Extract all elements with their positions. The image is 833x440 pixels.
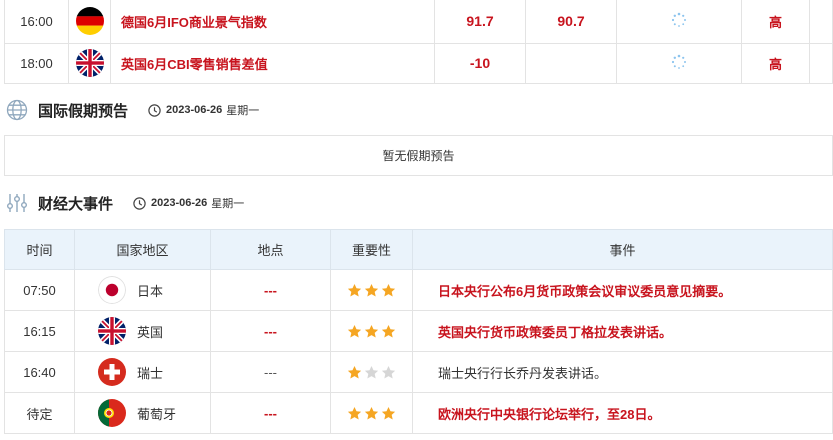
switzerland-flag-icon xyxy=(98,358,126,386)
importance-stars xyxy=(330,310,413,352)
indicator-table: 16:00 德国6月IFO商业景气指数 91.7 90.7 高 18:00 英国… xyxy=(4,0,833,84)
event-country: 日本 xyxy=(137,283,164,299)
loading-spinner-icon xyxy=(671,12,687,31)
events-section-weekday: 星期一 xyxy=(211,198,245,210)
indicator-importance: 高 xyxy=(741,42,810,84)
indicator-previous: -10 xyxy=(434,42,526,84)
indicator-time: 16:00 xyxy=(4,0,69,44)
event-time: 16:15 xyxy=(4,310,75,352)
indicator-row[interactable]: 18:00 英国6月CBI零售销售差值 -10 高 xyxy=(4,42,833,84)
indicator-time: 18:00 xyxy=(4,42,69,84)
holiday-section-header: 国际假期预告 2023-06-26 星期一 xyxy=(6,98,259,122)
event-country: 瑞士 xyxy=(137,365,164,381)
star-filled-icon xyxy=(347,283,362,297)
indicator-name[interactable]: 英国6月CBI零售销售差值 xyxy=(110,42,435,84)
event-description[interactable]: 欧洲央行中央银行论坛举行，至28日。 xyxy=(412,392,833,434)
indicator-name[interactable]: 德国6月IFO商业景气指数 xyxy=(110,0,435,44)
events-table: 时间 国家地区 地点 重要性 事件 07:50 日本 --- 日本央行公布6月货… xyxy=(4,229,833,434)
japan-flag-icon xyxy=(98,276,126,304)
indicator-forecast xyxy=(525,42,617,84)
table-row[interactable]: 16:40 瑞士 --- 瑞士央行行长乔丹发表讲话。 xyxy=(4,351,833,393)
event-time: 待定 xyxy=(4,392,75,434)
indicator-importance: 高 xyxy=(741,0,810,44)
table-row[interactable]: 待定 葡萄牙 --- 欧洲央行中央银行论坛举行，至28日。 xyxy=(4,392,833,434)
star-filled-icon xyxy=(381,283,396,297)
event-description[interactable]: 英国央行货币政策委员丁格拉发表讲话。 xyxy=(412,310,833,352)
event-description[interactable]: 日本央行公布6月货币政策会议审议委员意见摘要。 xyxy=(412,269,833,311)
holiday-section-date: 2023-06-26 xyxy=(166,104,223,116)
holiday-section-title: 国际假期预告 xyxy=(38,102,129,120)
importance-stars xyxy=(330,392,413,434)
star-filled-icon xyxy=(364,406,379,420)
importance-stars xyxy=(330,351,413,393)
loading-spinner-icon xyxy=(671,54,687,73)
star-empty-icon xyxy=(381,365,396,379)
event-place: --- xyxy=(210,351,331,393)
clock-icon xyxy=(133,196,146,210)
sliders-icon xyxy=(6,192,28,214)
star-filled-icon xyxy=(381,406,396,420)
column-header-place: 地点 xyxy=(210,229,331,270)
events-section-date: 2023-06-26 xyxy=(151,197,208,209)
importance-stars xyxy=(330,269,413,311)
portugal-flag-icon xyxy=(98,399,126,427)
indicator-forecast: 90.7 xyxy=(525,0,617,44)
event-description[interactable]: 瑞士央行行长乔丹发表讲话。 xyxy=(412,351,833,393)
star-filled-icon xyxy=(364,324,379,338)
column-header-importance: 重要性 xyxy=(330,229,413,270)
event-place: --- xyxy=(210,392,331,434)
germany-flag-icon xyxy=(75,7,104,36)
star-filled-icon xyxy=(364,283,379,297)
event-place: --- xyxy=(210,269,331,311)
event-time: 16:40 xyxy=(4,351,75,393)
indicator-previous: 91.7 xyxy=(434,0,526,44)
column-header-country: 国家地区 xyxy=(74,229,211,270)
table-row[interactable]: 07:50 日本 --- 日本央行公布6月货币政策会议审议委员意见摘要。 xyxy=(4,269,833,311)
star-filled-icon xyxy=(381,324,396,338)
events-section-header: 财经大事件 2023-06-26 星期一 xyxy=(6,191,244,215)
table-row[interactable]: 16:15 英国 --- 英国央行货币政策委员丁格拉发表讲话。 xyxy=(4,310,833,352)
column-header-event: 事件 xyxy=(412,229,833,270)
column-header-time: 时间 xyxy=(4,229,75,270)
indicator-row[interactable]: 16:00 德国6月IFO商业景气指数 91.7 90.7 高 xyxy=(4,0,833,44)
event-country: 英国 xyxy=(137,324,164,340)
holiday-empty-notice: 暂无假期预告 xyxy=(4,135,833,176)
event-place: --- xyxy=(210,310,331,352)
star-filled-icon xyxy=(347,406,362,420)
uk-flag-icon xyxy=(98,317,126,345)
event-country: 葡萄牙 xyxy=(137,406,177,422)
uk-flag-icon xyxy=(75,49,104,77)
star-empty-icon xyxy=(364,365,379,379)
clock-icon xyxy=(148,103,161,117)
event-time: 07:50 xyxy=(4,269,75,311)
events-section-title: 财经大事件 xyxy=(38,195,114,213)
star-filled-icon xyxy=(347,324,362,338)
events-table-header: 时间 国家地区 地点 重要性 事件 xyxy=(4,229,833,270)
holiday-section-weekday: 星期一 xyxy=(226,105,260,117)
star-filled-icon xyxy=(347,365,362,379)
globe-icon xyxy=(6,99,28,121)
